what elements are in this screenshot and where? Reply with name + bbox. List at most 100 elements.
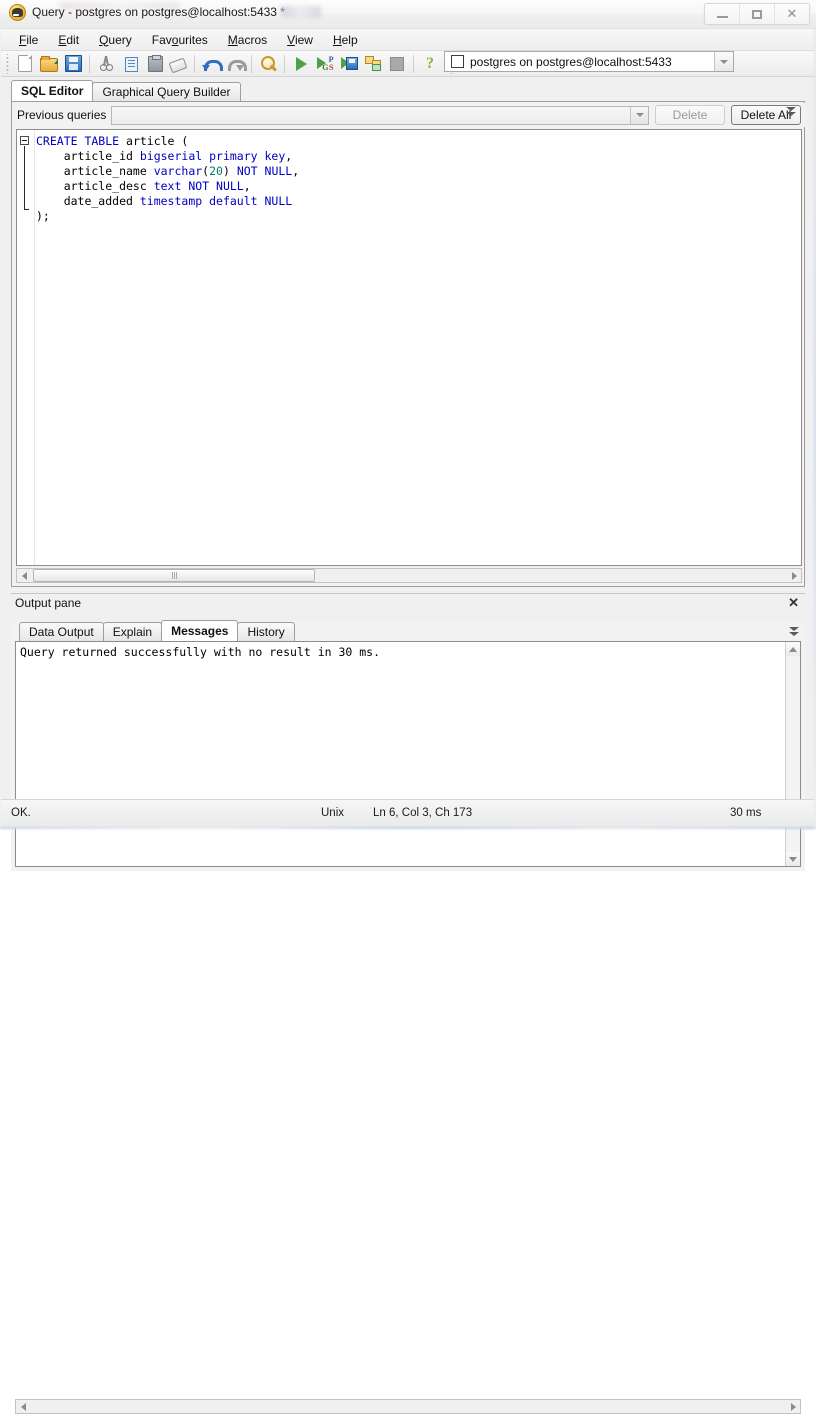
previous-queries-combo[interactable] <box>111 105 649 125</box>
explain-query-icon <box>365 56 381 71</box>
connection-combo[interactable]: postgres on postgres@localhost:5433 <box>444 51 734 72</box>
tab-history-label: History <box>247 625 285 639</box>
execute-pgscript-button[interactable]: PGS <box>313 53 337 75</box>
messages-output-area[interactable]: Query returned successfully with no resu… <box>15 641 801 867</box>
menu-item-file[interactable]: File <box>9 31 48 49</box>
sql-line: CREATE TABLE article ( <box>36 134 189 148</box>
previous-queries-expander[interactable] <box>784 105 798 117</box>
maximize-button[interactable] <box>740 4 775 24</box>
horizontal-scroll-thumb[interactable] <box>33 569 315 582</box>
status-text: OK. <box>11 807 31 819</box>
editor-horizontal-scrollbar[interactable] <box>16 568 802 583</box>
find-replace-button[interactable] <box>256 53 280 75</box>
tab-explain[interactable]: Explain <box>102 622 163 641</box>
pgadmin-elephant-icon <box>9 4 26 21</box>
scroll-left-arrow-icon[interactable] <box>16 1400 30 1413</box>
tab-messages-label: Messages <box>171 624 229 638</box>
new-document-icon <box>18 55 32 72</box>
output-pane-header: Output pane ✕ <box>11 593 805 611</box>
sql-line: ); <box>36 209 50 223</box>
open-file-button[interactable] <box>37 53 61 75</box>
tab-messages[interactable]: Messages <box>161 620 239 641</box>
client-area: SQL Editor Graphical Query Builder Previ… <box>1 77 815 1414</box>
paste-button[interactable] <box>142 53 166 75</box>
double-chevron-down-icon <box>789 626 799 636</box>
tab-data-output[interactable]: Data Output <box>19 622 104 641</box>
toolbar-grip[interactable] <box>4 53 11 74</box>
messages-horizontal-scrollbar[interactable] <box>15 1399 801 1414</box>
output-tabs: Data Output Explain Messages History <box>19 620 295 641</box>
copy-icon <box>123 56 138 72</box>
query-result-message: Query returned successfully with no resu… <box>20 645 381 659</box>
minimize-button[interactable] <box>705 4 740 24</box>
help-button[interactable]: ? <box>418 53 442 75</box>
line-ending-status: Unix <box>321 807 345 819</box>
sql-text-editor[interactable]: CREATE TABLE article ( article_id bigser… <box>16 129 802 566</box>
execute-pgscript-icon: PGS <box>316 55 334 72</box>
toolbar-separator <box>284 54 285 73</box>
sql-editor-page: Previous queries Delete Delete All CREAT… <box>11 101 805 587</box>
toolbar-separator <box>251 54 252 73</box>
menu-item-query[interactable]: Query <box>89 31 142 49</box>
undo-icon <box>202 57 223 71</box>
toolbar-separator <box>89 54 90 73</box>
redo-button[interactable] <box>223 53 247 75</box>
delete-query-button[interactable]: Delete <box>655 105 725 125</box>
output-pane: Data Output Explain Messages History Que… <box>11 620 805 1414</box>
find-replace-icon <box>260 56 276 71</box>
tab-graphical-query-builder[interactable]: Graphical Query Builder <box>92 82 241 101</box>
menu-item-macros[interactable]: Macros <box>218 31 277 49</box>
tab-history[interactable]: History <box>237 622 295 641</box>
scroll-right-arrow-icon[interactable] <box>787 569 801 582</box>
scroll-left-arrow-icon[interactable] <box>17 569 31 582</box>
delete-query-label: Delete <box>672 108 708 122</box>
stop-icon <box>390 56 404 71</box>
close-icon[interactable]: ✕ <box>788 596 799 609</box>
open-file-icon <box>40 56 58 72</box>
close-button[interactable]: ✕ <box>775 4 809 24</box>
help-icon: ? <box>426 54 434 72</box>
sql-code-text: CREATE TABLE article ( article_id bigser… <box>36 134 299 224</box>
cut-button[interactable] <box>94 53 118 75</box>
title-bar: Query - postgres on postgres@localhost:5… <box>0 0 816 29</box>
double-chevron-down-icon <box>786 106 796 116</box>
execute-to-file-icon <box>340 56 358 71</box>
menu-item-view[interactable]: View <box>277 31 323 49</box>
menu-item-edit[interactable]: Edit <box>48 31 89 49</box>
sql-line: article_id bigserial primary key, <box>36 149 293 163</box>
execute-query-icon <box>295 56 307 71</box>
previous-queries-bar: Previous queries Delete Delete All <box>13 103 805 127</box>
clear-window-button[interactable] <box>166 53 190 75</box>
redo-icon <box>227 57 247 71</box>
window-controls: ✕ <box>704 3 810 25</box>
chevron-down-icon[interactable] <box>630 106 648 124</box>
fold-bracket-line <box>24 146 25 210</box>
execute-query-button[interactable] <box>289 53 313 75</box>
chevron-down-icon[interactable] <box>714 52 733 71</box>
save-icon <box>64 55 82 72</box>
save-button[interactable] <box>61 53 85 75</box>
messages-vertical-scrollbar[interactable] <box>785 642 800 866</box>
copy-button[interactable] <box>118 53 142 75</box>
clear-window-icon <box>168 57 188 73</box>
connection-checkbox-icon[interactable] <box>451 55 464 68</box>
execute-to-file-button[interactable] <box>337 53 361 75</box>
connection-selector-wrap: postgres on postgres@localhost:5433 <box>444 50 744 73</box>
menu-item-favourites[interactable]: Favourites <box>142 31 218 49</box>
query-window: Query - postgres on postgres@localhost:5… <box>0 0 816 1414</box>
explain-query-button[interactable] <box>361 53 385 75</box>
tab-sql-editor[interactable]: SQL Editor <box>11 80 94 101</box>
new-document-button[interactable] <box>13 53 37 75</box>
scroll-up-arrow-icon[interactable] <box>786 642 800 656</box>
sql-line: article_name varchar(20) NOT NULL, <box>36 164 300 178</box>
output-pane-title: Output pane <box>15 595 82 610</box>
output-pane-expander[interactable] <box>787 624 801 638</box>
undo-button[interactable] <box>199 53 223 75</box>
scroll-right-arrow-icon[interactable] <box>786 1400 800 1413</box>
connection-label: postgres on postgres@localhost:5433 <box>470 54 672 69</box>
menu-item-help[interactable]: Help <box>323 31 368 49</box>
scroll-down-arrow-icon[interactable] <box>786 852 800 866</box>
stop-button[interactable] <box>385 53 409 75</box>
collapse-box-icon[interactable] <box>20 136 29 145</box>
fold-gutter[interactable] <box>17 130 35 565</box>
